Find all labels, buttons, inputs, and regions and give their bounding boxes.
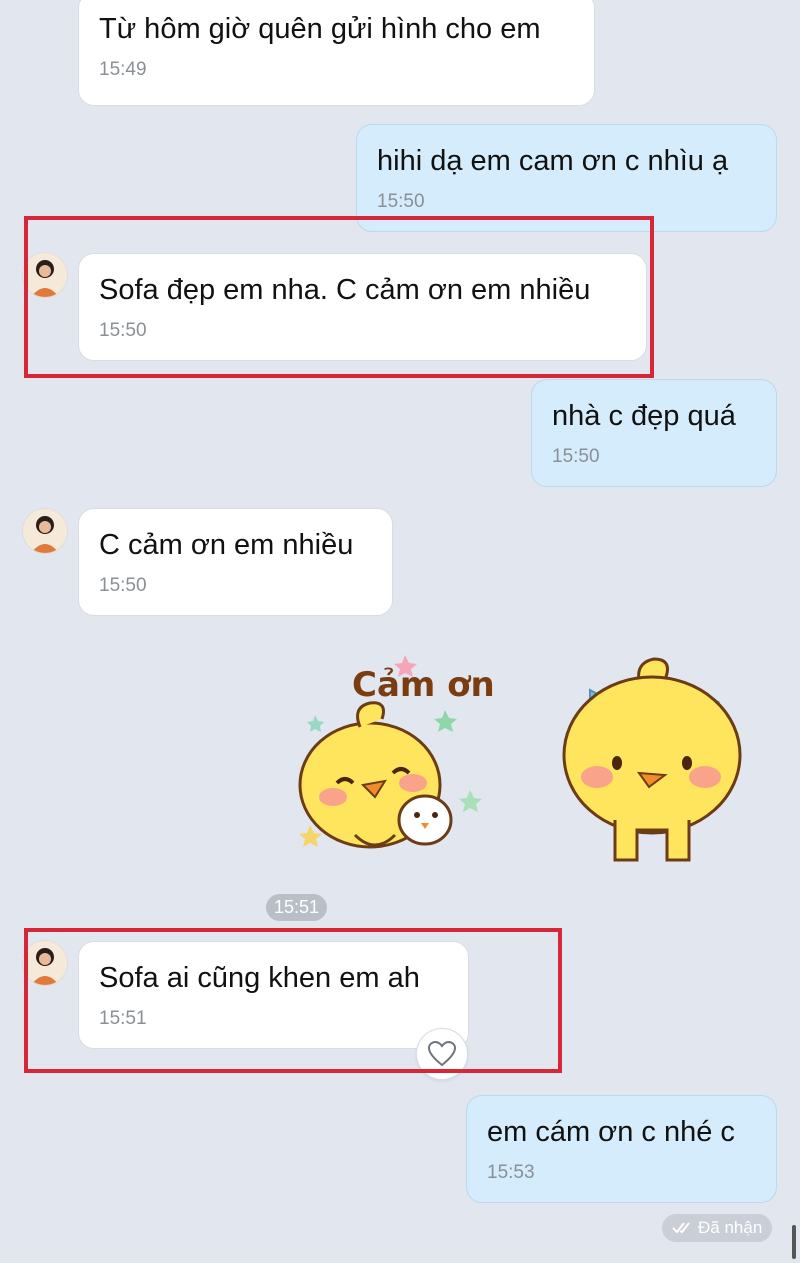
message-text: em cám ơn c nhé c — [487, 1116, 735, 1148]
double-check-icon — [672, 1222, 690, 1234]
chick-sticker-image — [562, 657, 742, 862]
message-time: 15:53 — [487, 1162, 535, 1183]
message-text: hihi dạ em cam ơn c nhìu ạ — [377, 145, 729, 177]
message-text: Từ hôm giờ quên gửi hình cho em — [99, 13, 541, 45]
avatar[interactable] — [22, 508, 68, 554]
message-time: 15:50 — [377, 191, 425, 212]
highlight-box — [24, 216, 654, 378]
delivery-status-label: Đã nhận — [698, 1218, 763, 1237]
message-time: 15:50 — [99, 575, 147, 596]
message-text: nhà c đẹp quá — [552, 400, 736, 432]
message-time: 15:49 — [99, 59, 147, 80]
message-bubble-incoming[interactable]: Từ hôm giờ quên gửi hình cho em 15:49 — [78, 0, 595, 106]
message-time: 15:50 — [552, 446, 600, 467]
message-bubble-incoming[interactable]: C cảm ơn em nhiều 15:50 — [78, 508, 393, 616]
highlight-box — [24, 928, 562, 1073]
sticker-caption: Cảm ơn — [352, 665, 495, 705]
avatar-image — [23, 509, 67, 553]
message-bubble-outgoing[interactable]: nhà c đẹp quá 15:50 — [531, 379, 777, 487]
sticker-time-pill: 15:51 — [266, 894, 328, 921]
sticker-thank-you[interactable]: Cảm ơn — [295, 645, 505, 870]
scrollbar[interactable] — [792, 1225, 796, 1259]
message-bubble-outgoing[interactable]: em cám ơn c nhé c 15:53 — [466, 1095, 777, 1203]
delivery-status: Đã nhận — [662, 1214, 773, 1242]
message-text: C cảm ơn em nhiều — [99, 529, 354, 561]
sticker-chick[interactable] — [555, 655, 750, 870]
